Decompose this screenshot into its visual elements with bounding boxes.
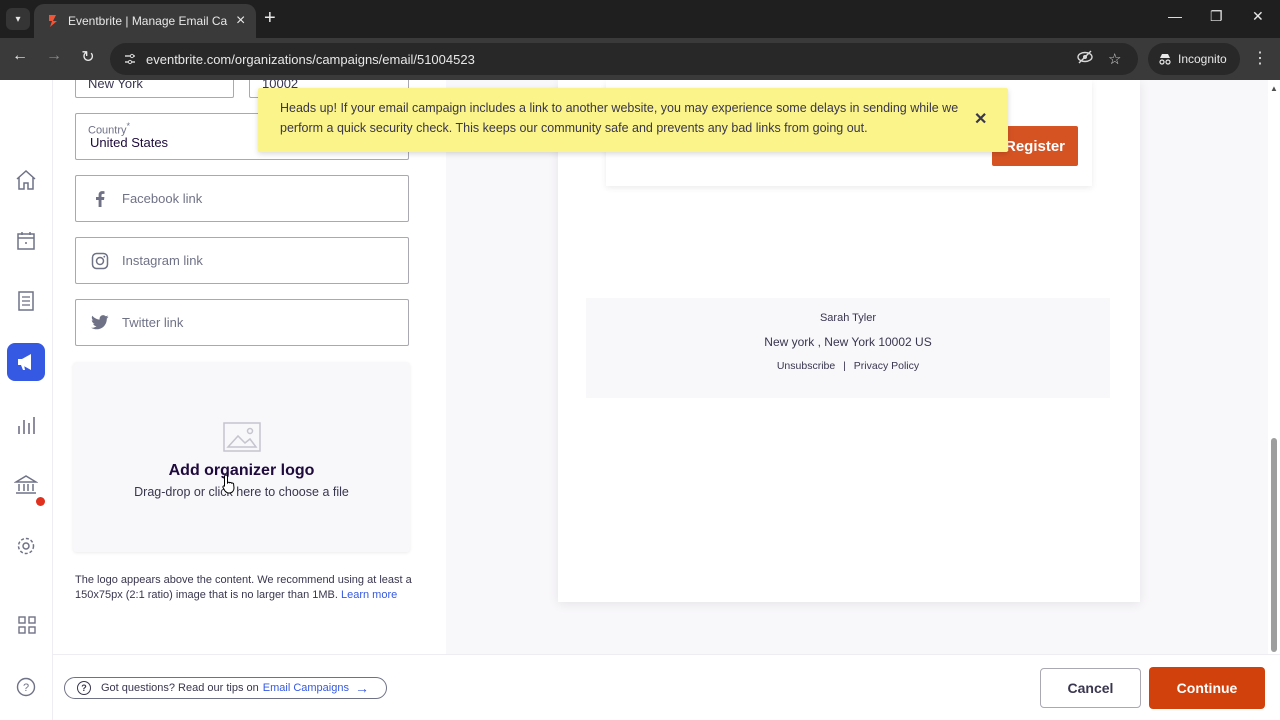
facebook-icon — [90, 189, 110, 209]
window-close-icon[interactable]: ✕ — [1252, 8, 1264, 25]
continue-button[interactable]: Continue — [1149, 667, 1265, 709]
city-field[interactable]: New York — [75, 80, 234, 98]
new-tab-icon[interactable]: + — [264, 8, 276, 28]
email-preview-area: Register Sarah Tyler New york , New York… — [446, 80, 1268, 654]
eventbrite-favicon-icon — [49, 15, 57, 27]
incognito-label: Incognito — [1178, 52, 1227, 66]
help-center-icon[interactable]: ? — [16, 677, 36, 702]
browser-menu-icon[interactable]: ⋮ — [1252, 48, 1268, 68]
minimize-icon[interactable]: — — [1168, 8, 1182, 24]
tab-close-icon[interactable]: × — [236, 13, 245, 29]
country-value: United States — [90, 135, 169, 150]
bottom-action-bar: ? Got questions? Read our tips on Email … — [53, 654, 1280, 720]
city-value: New York — [88, 80, 143, 91]
unsubscribe-link: Unsubscribe — [776, 360, 836, 372]
cancel-button[interactable]: Cancel — [1040, 668, 1141, 708]
tab-list-button[interactable]: ▾ — [6, 8, 30, 30]
toast-message: Heads up! If your email campaign include… — [280, 101, 959, 135]
twitter-icon — [90, 313, 110, 333]
email-campaigns-link[interactable]: Email Campaigns — [263, 682, 349, 694]
security-check-toast: Heads up! If your email campaign include… — [258, 88, 1008, 152]
organizer-details-panel: New York 10002 Country* United States Fa… — [53, 80, 446, 654]
help-text: Got questions? Read our tips on — [101, 682, 259, 694]
facebook-link-placeholder: Facebook link — [122, 191, 203, 206]
forward-icon[interactable]: → — [42, 47, 66, 65]
toast-close-icon[interactable]: ✕ — [974, 109, 987, 129]
scroll-up-arrow-icon[interactable]: ▲ — [1270, 84, 1278, 93]
image-placeholder-icon — [223, 422, 261, 452]
hand-cursor-icon — [222, 474, 235, 494]
page: ? New York 10002 Country* United States … — [0, 80, 1280, 720]
twitter-link-placeholder: Twitter link — [122, 315, 184, 330]
browser-tab-bar: ▾ Eventbrite | Manage Email Campaigns × … — [0, 0, 1280, 38]
browser-toolbar: ← → ↻ eventbrite.com/organizations/campa… — [0, 38, 1280, 80]
scroll-thumb[interactable] — [1271, 438, 1277, 652]
tab-title: Eventbrite | Manage Email Campaigns — [68, 14, 228, 28]
reload-icon[interactable]: ↻ — [76, 47, 100, 67]
email-footer-preview: Sarah Tyler New york , New York 10002 US… — [586, 298, 1110, 398]
side-navigation: ? — [0, 80, 53, 720]
tracking-protection-icon[interactable] — [1076, 50, 1094, 67]
facebook-link-input[interactable]: Facebook link — [75, 175, 409, 222]
question-icon: ? — [77, 681, 91, 695]
twitter-link-input[interactable]: Twitter link — [75, 299, 409, 346]
incognito-icon — [1159, 54, 1171, 65]
link-separator: | — [843, 360, 846, 372]
svg-text:?: ? — [23, 682, 29, 694]
help-tips-link[interactable]: ? Got questions? Read our tips on Email … — [64, 677, 387, 699]
marketing-megaphone-icon[interactable] — [7, 343, 45, 381]
organizer-name: Sarah Tyler — [819, 312, 877, 324]
logo-dropzone-subtitle: Drag-drop or click here to choose a file — [134, 485, 349, 499]
orders-list-icon[interactable] — [7, 282, 45, 320]
email-preview-card: Register Sarah Tyler New york , New York… — [558, 80, 1140, 602]
site-settings-icon[interactable] — [120, 49, 140, 69]
back-icon[interactable]: ← — [8, 47, 32, 65]
restore-icon[interactable]: ❐ — [1210, 8, 1223, 25]
reports-chart-icon[interactable] — [7, 406, 45, 444]
home-icon[interactable] — [7, 161, 45, 199]
logo-hint-text: The logo appears above the content. We r… — [75, 574, 412, 601]
learn-more-link[interactable]: Learn more — [341, 589, 397, 601]
page-scrollbar[interactable]: ▲ — [1268, 80, 1280, 654]
organizer-address: New york , New York 10002 US — [764, 335, 932, 349]
privacy-policy-link: Privacy Policy — [853, 360, 920, 372]
calendar-icon[interactable] — [7, 222, 45, 260]
bookmark-star-icon[interactable]: ☆ — [1108, 50, 1121, 68]
url-text: eventbrite.com/organizations/campaigns/e… — [146, 51, 475, 67]
address-bar[interactable]: eventbrite.com/organizations/campaigns/e… — [110, 43, 1138, 75]
instagram-link-input[interactable]: Instagram link — [75, 237, 409, 284]
instagram-icon — [90, 251, 110, 271]
incognito-indicator[interactable]: Incognito — [1148, 43, 1240, 75]
notification-dot — [36, 497, 45, 506]
settings-gear-icon[interactable] — [7, 527, 45, 565]
organizer-logo-dropzone[interactable]: Add organizer logo Drag-drop or click he… — [73, 362, 410, 552]
browser-tab[interactable]: Eventbrite | Manage Email Campaigns × — [34, 4, 256, 38]
app-marketplace-icon[interactable] — [18, 616, 36, 639]
arrow-right-icon: → — [354, 680, 369, 696]
logo-dropzone-title: Add organizer logo — [168, 462, 315, 479]
footer-links: Unsubscribe | Privacy Policy — [586, 360, 1110, 372]
instagram-link-placeholder: Instagram link — [122, 253, 203, 268]
